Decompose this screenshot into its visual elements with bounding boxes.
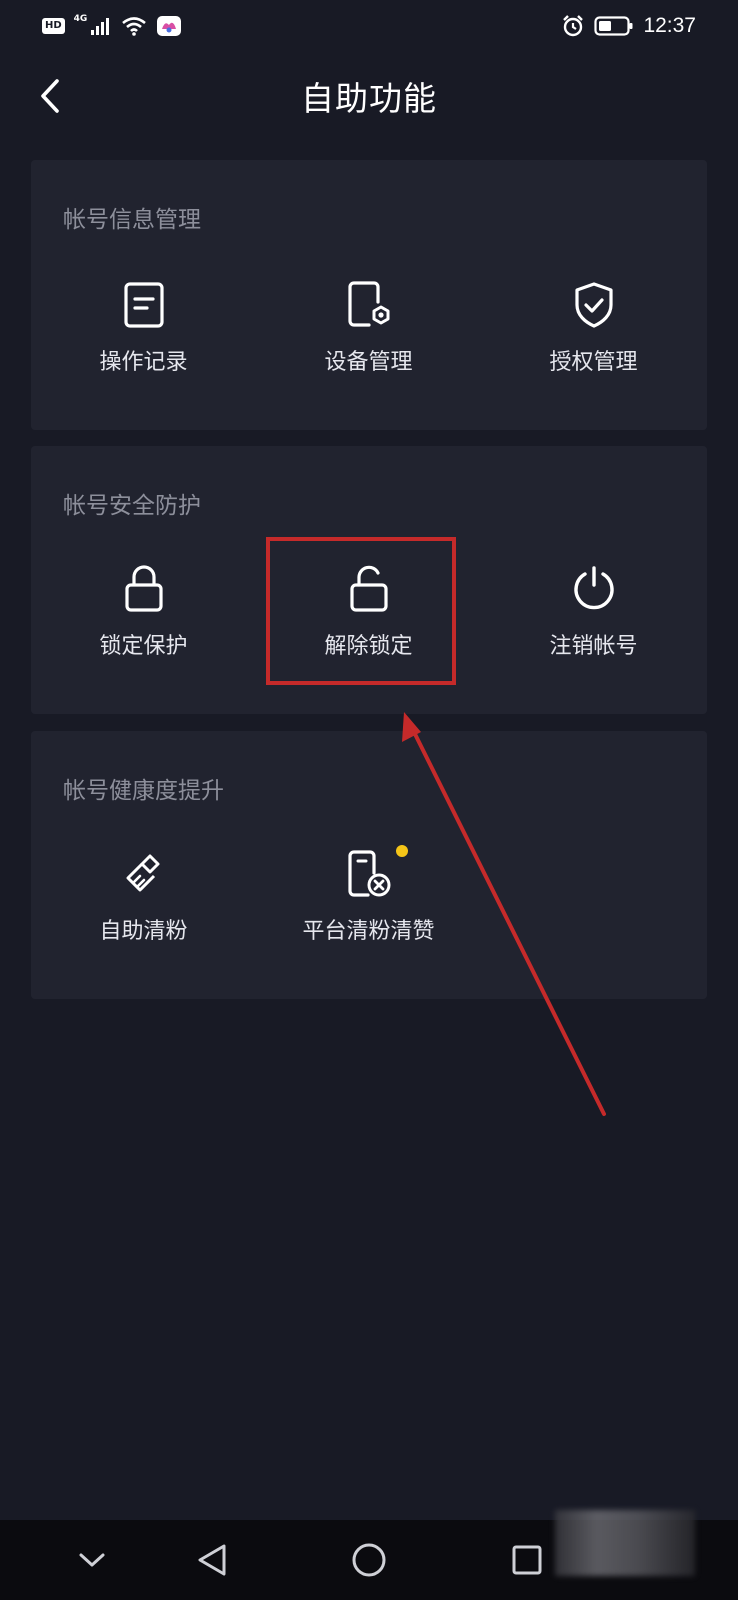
status-bar: HD 4G 12:37 — [0, 0, 738, 52]
item-label: 授权管理 — [549, 350, 638, 375]
status-right: 12:37 — [561, 14, 696, 38]
chevron-down-icon — [79, 1553, 105, 1567]
back-button[interactable] — [28, 74, 72, 118]
item-label: 设备管理 — [324, 350, 413, 375]
triangle-back-icon — [198, 1544, 226, 1576]
item-cancel-account[interactable]: 注销帐号 — [481, 564, 706, 704]
square-recents-icon — [512, 1545, 542, 1575]
item-label: 注销帐号 — [549, 634, 638, 659]
header: 自助功能 — [0, 58, 738, 134]
screen: HD 4G 12:37 自助功能 帐号信息管理 操作记录 设备管理 授权管理 帐… — [0, 0, 738, 1600]
app-notification-icon — [156, 15, 182, 37]
new-badge-dot — [395, 845, 408, 857]
network-type: 4G — [73, 14, 88, 24]
lock-icon — [119, 564, 169, 614]
item-device-management[interactable]: 设备管理 — [256, 280, 481, 420]
item-label: 操作记录 — [99, 350, 188, 375]
signal-icon — [90, 16, 112, 36]
status-time: 12:37 — [643, 14, 696, 37]
section-account-info: 帐号信息管理 操作记录 设备管理 授权管理 — [31, 160, 707, 430]
item-label: 自助清粉 — [99, 919, 188, 944]
wifi-icon — [121, 16, 147, 36]
section-title: 帐号安全防护 — [63, 493, 201, 519]
section-title: 帐号信息管理 — [63, 207, 201, 233]
item-label: 锁定保护 — [99, 634, 188, 659]
page-title: 自助功能 — [301, 79, 437, 118]
device-settings-icon — [344, 280, 394, 330]
watermark-blur — [555, 1510, 695, 1576]
item-operation-log[interactable]: 操作记录 — [31, 280, 256, 420]
alarm-icon — [561, 14, 585, 38]
hd-badge: HD — [42, 18, 65, 34]
item-self-remove-fans[interactable]: 自助清粉 — [31, 849, 256, 989]
item-lock-protection[interactable]: 锁定保护 — [31, 564, 256, 704]
item-label: 平台清粉清赞 — [302, 919, 435, 944]
battery-icon — [594, 15, 634, 37]
section-title: 帐号健康度提升 — [63, 778, 224, 804]
circle-home-icon — [352, 1543, 386, 1577]
item-authorization-management[interactable]: 授权管理 — [481, 280, 706, 420]
brush-icon — [119, 849, 169, 899]
chevron-left-icon — [41, 79, 59, 113]
status-left: HD 4G — [42, 14, 182, 37]
annotation-highlight-box — [266, 537, 456, 685]
section-account-health: 帐号健康度提升 自助清粉 平台清粉清赞 — [31, 731, 707, 999]
nav-recents-button[interactable] — [505, 1540, 549, 1580]
nav-back-button[interactable] — [190, 1540, 234, 1580]
phone-remove-icon — [344, 845, 408, 899]
nav-home-button[interactable] — [347, 1540, 391, 1580]
nav-collapse-button[interactable] — [70, 1540, 114, 1580]
item-platform-remove-fans-likes[interactable]: 平台清粉清赞 — [256, 845, 481, 989]
shield-check-icon — [569, 280, 619, 330]
document-icon — [119, 280, 169, 330]
power-icon — [569, 564, 619, 614]
